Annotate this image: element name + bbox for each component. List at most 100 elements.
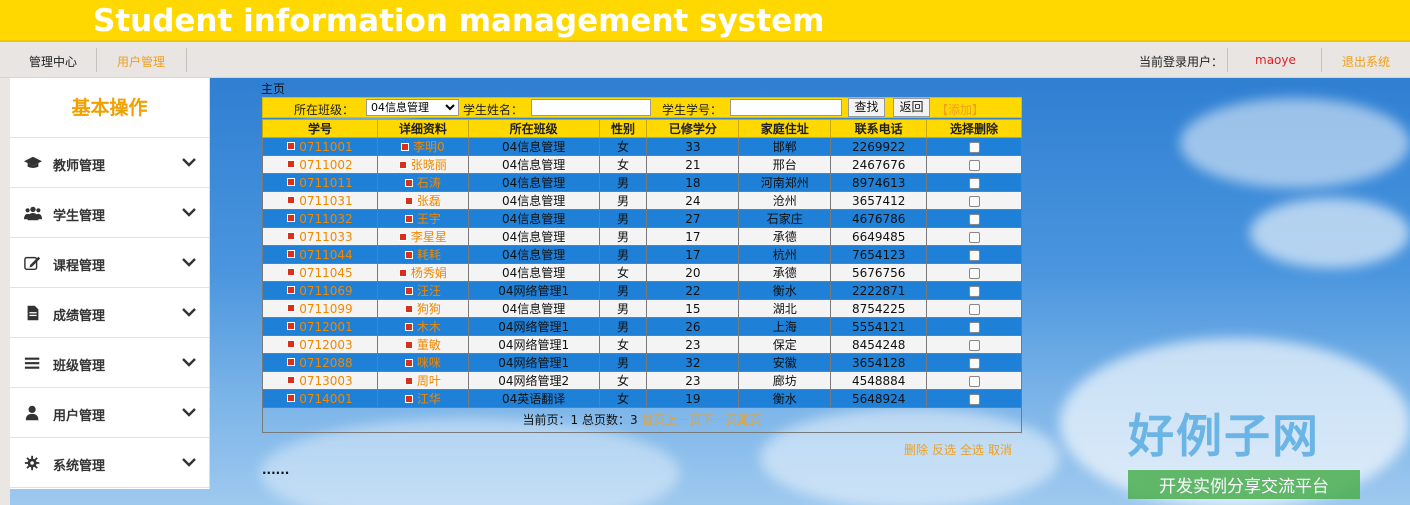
student-id-link[interactable]: 0711001 (299, 140, 352, 154)
student-name-link[interactable]: 江华 (417, 392, 441, 406)
sidebar-item-course[interactable]: 课程管理 (10, 238, 209, 288)
next-page-link[interactable]: 下一页 (701, 413, 737, 427)
student-id-cell[interactable]: 0711011 (262, 173, 378, 192)
phone-cell: 3657412 (830, 191, 928, 210)
select-all-link[interactable]: 全选 (960, 443, 984, 457)
student-name-link[interactable]: 耗耗 (417, 248, 441, 262)
sidebar-item-user[interactable]: 用户管理 (10, 388, 209, 438)
student-name-cell[interactable]: 咪咪 (376, 353, 469, 372)
nav-user-management[interactable]: 用户管理 (117, 53, 165, 70)
prev-page-link[interactable]: 上一页 (665, 413, 701, 427)
delete-checkbox[interactable] (968, 195, 980, 207)
student-name-link[interactable]: 狗狗 (417, 302, 441, 316)
student-id-link[interactable]: 0711002 (299, 158, 352, 172)
student-id-link[interactable]: 0712088 (299, 356, 352, 370)
student-id-cell[interactable]: 0711001 (262, 137, 378, 156)
student-id-link[interactable]: 0712001 (299, 320, 352, 334)
delete-checkbox[interactable] (968, 357, 980, 369)
student-name-cell[interactable]: 耗耗 (376, 245, 469, 264)
delete-checkbox[interactable] (968, 159, 980, 171)
delete-checkbox[interactable] (968, 249, 980, 261)
student-name-cell[interactable]: 董敏 (376, 335, 469, 354)
student-id-link[interactable]: 0713003 (299, 374, 352, 388)
class-select[interactable]: 04信息管理 (366, 99, 459, 116)
cancel-link[interactable]: 取消 (988, 443, 1012, 457)
student-id-link[interactable]: 0712003 (299, 338, 352, 352)
student-name-cell[interactable]: 周叶 (376, 371, 469, 390)
student-id-cell[interactable]: 0711069 (262, 281, 378, 300)
student-name-link[interactable]: 李明0 (413, 140, 445, 154)
student-name-link[interactable]: 李星星 (411, 230, 447, 244)
first-page-link[interactable]: 首页 (641, 413, 665, 427)
sidebar-item-class[interactable]: 班级管理 (10, 338, 209, 388)
invert-selection-link[interactable]: 反选 (932, 443, 956, 457)
student-id-link[interactable]: 0711045 (299, 266, 352, 280)
student-id-cell[interactable]: 0713003 (262, 371, 378, 390)
student-name-link[interactable]: 石涛 (417, 176, 441, 190)
student-name-cell[interactable]: 张磊 (376, 191, 469, 210)
student-id-cell[interactable]: 0711002 (262, 155, 378, 174)
student-id-link[interactable]: 0711099 (299, 302, 352, 316)
student-id-cell[interactable]: 0712088 (262, 353, 378, 372)
delete-checkbox[interactable] (968, 141, 980, 153)
student-id-cell[interactable]: 0711099 (262, 299, 378, 318)
student-id-cell[interactable]: 0711044 (262, 245, 378, 264)
sidebar-item-system[interactable]: 系统管理 (10, 438, 209, 488)
student-name-cell[interactable]: 石涛 (376, 173, 469, 192)
student-name-cell[interactable]: 江华 (376, 389, 469, 408)
delete-checkbox[interactable] (968, 339, 980, 351)
student-name-cell[interactable]: 张晓丽 (376, 155, 469, 174)
delete-link[interactable]: 删除 (904, 443, 928, 457)
sidebar-item-grades[interactable]: 成绩管理 (10, 288, 209, 338)
student-name-link[interactable]: 汪汪 (417, 284, 441, 298)
back-button[interactable]: 返回 (893, 98, 930, 117)
student-name-link[interactable]: 张磊 (417, 194, 441, 208)
student-name-cell[interactable]: 李星星 (376, 227, 469, 246)
add-link[interactable]: 【添加】 (936, 101, 984, 118)
student-name-link[interactable]: 周叶 (417, 374, 441, 388)
logout-link[interactable]: 退出系统 (1342, 53, 1390, 70)
student-id-cell[interactable]: 0711032 (262, 209, 378, 228)
student-name-cell[interactable]: 王宇 (376, 209, 469, 228)
delete-checkbox[interactable] (968, 267, 980, 279)
student-id-link[interactable]: 0711011 (299, 176, 352, 190)
student-id-link[interactable]: 0711069 (299, 284, 352, 298)
student-id-cell[interactable]: 0711033 (262, 227, 378, 246)
student-name-link[interactable]: 张晓丽 (411, 158, 447, 172)
student-id-cell[interactable]: 0712003 (262, 335, 378, 354)
find-button[interactable]: 查找 (848, 98, 885, 117)
delete-checkbox[interactable] (968, 177, 980, 189)
delete-checkbox[interactable] (968, 285, 980, 297)
sidebar-item-teacher[interactable]: 教师管理 (10, 138, 209, 188)
student-name-cell[interactable]: 杨秀娟 (376, 263, 469, 282)
student-name-cell[interactable]: 木木 (376, 317, 469, 336)
last-page-link[interactable]: 尾页 (737, 413, 761, 427)
delete-checkbox[interactable] (968, 321, 980, 333)
delete-checkbox[interactable] (968, 375, 980, 387)
student-id-link[interactable]: 0711033 (299, 230, 352, 244)
student-name-cell[interactable]: 狗狗 (376, 299, 469, 318)
student-name-link[interactable]: 杨秀娟 (411, 266, 447, 280)
student-id-link[interactable]: 0714001 (299, 392, 352, 406)
student-name-link[interactable]: 王宇 (417, 212, 441, 226)
nav-home[interactable]: 管理中心 (29, 53, 77, 70)
sidebar-item-student[interactable]: 学生管理 (10, 188, 209, 238)
name-input[interactable] (531, 99, 651, 116)
student-name-cell[interactable]: 李明0 (376, 137, 469, 156)
student-name-link[interactable]: 咪咪 (417, 356, 441, 370)
delete-checkbox[interactable] (968, 213, 980, 225)
student-name-link[interactable]: 董敏 (417, 338, 441, 352)
student-id-link[interactable]: 0711031 (299, 194, 352, 208)
delete-checkbox[interactable] (968, 393, 980, 405)
student-id-cell[interactable]: 0714001 (262, 389, 378, 408)
student-id-cell[interactable]: 0711045 (262, 263, 378, 282)
student-id-link[interactable]: 0711032 (299, 212, 352, 226)
student-id-link[interactable]: 0711044 (299, 248, 352, 262)
student-id-cell[interactable]: 0712001 (262, 317, 378, 336)
id-input[interactable] (730, 99, 842, 116)
student-name-link[interactable]: 木木 (417, 320, 441, 334)
delete-checkbox[interactable] (968, 231, 980, 243)
student-id-cell[interactable]: 0711031 (262, 191, 378, 210)
student-name-cell[interactable]: 汪汪 (376, 281, 469, 300)
delete-checkbox[interactable] (968, 303, 980, 315)
